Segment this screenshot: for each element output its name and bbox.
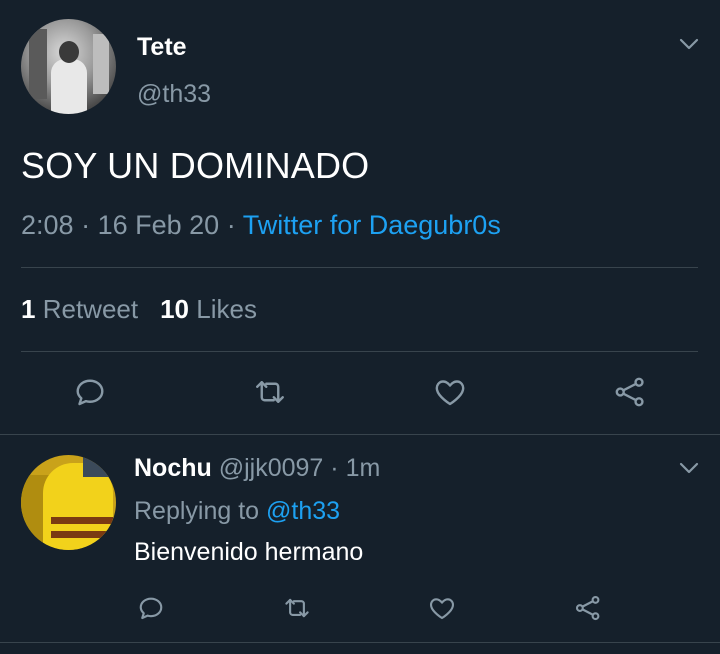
share-button[interactable] (571, 591, 605, 625)
meta-separator: · (81, 210, 91, 240)
tweet-time: 2:08 (21, 210, 74, 240)
share-icon (615, 377, 644, 407)
replying-to-mention[interactable]: @th33 (266, 497, 340, 525)
tweet-stats: 1 Retweet 10 Likes (21, 294, 257, 325)
avatar[interactable] (21, 19, 116, 114)
retweet-icon (256, 381, 284, 403)
divider (0, 434, 720, 435)
reply-button[interactable] (70, 372, 110, 412)
likes-stat[interactable]: 10 Likes (160, 294, 257, 324)
tweet-text: SOY UN DOMINADO (21, 145, 370, 186)
avatar[interactable] (21, 455, 116, 550)
meta-separator: · (226, 210, 236, 240)
retweet-icon (285, 598, 309, 618)
tweet-source-link[interactable]: Twitter for Daegubr0s (243, 210, 501, 240)
replying-to: Replying to @th33 (134, 497, 340, 526)
reply-icon (139, 597, 163, 620)
tweet-date: 16 Feb 20 (97, 210, 220, 240)
meta-separator: · (330, 454, 339, 482)
retweet-button[interactable] (250, 372, 290, 412)
like-button[interactable] (425, 591, 459, 625)
retweet-count: 1 (21, 294, 36, 324)
reply-button[interactable] (134, 591, 168, 625)
like-label: Likes (196, 294, 257, 324)
like-count: 10 (160, 294, 190, 324)
reply-author-name[interactable]: Nochu (134, 454, 212, 482)
chevron-down-icon[interactable] (678, 460, 700, 476)
like-button[interactable] (430, 372, 470, 412)
retweet-label: Retweet (42, 294, 139, 324)
author-handle[interactable]: @th33 (137, 80, 211, 109)
reply-author-handle[interactable]: @jjk0097 (219, 454, 324, 482)
divider (0, 642, 720, 643)
heart-icon (435, 380, 465, 406)
divider (21, 351, 698, 352)
share-button[interactable] (610, 372, 650, 412)
reply-icon (76, 379, 104, 406)
share-icon (575, 595, 600, 621)
heart-icon (429, 598, 455, 620)
chevron-down-icon[interactable] (678, 36, 700, 52)
reply-text: Bienvenido hermano (134, 538, 364, 566)
main-tweet: Tete @th33 SOY UN DOMINADO 2:08 · 16 Feb… (0, 0, 720, 435)
divider (21, 267, 698, 268)
author-name[interactable]: Tete (137, 33, 187, 62)
reply-header: Nochu @jjk0097 · 1m (134, 454, 380, 483)
retweets-stat[interactable]: 1 Retweet (21, 294, 138, 324)
retweet-button[interactable] (280, 591, 314, 625)
tweet-meta: 2:08 · 16 Feb 20 · Twitter for Daegubr0s (21, 210, 501, 241)
reply-time: 1m (345, 454, 381, 482)
replying-to-label: Replying to (134, 497, 260, 525)
tweet-detail-page: Tete @th33 SOY UN DOMINADO 2:08 · 16 Feb… (0, 0, 720, 654)
